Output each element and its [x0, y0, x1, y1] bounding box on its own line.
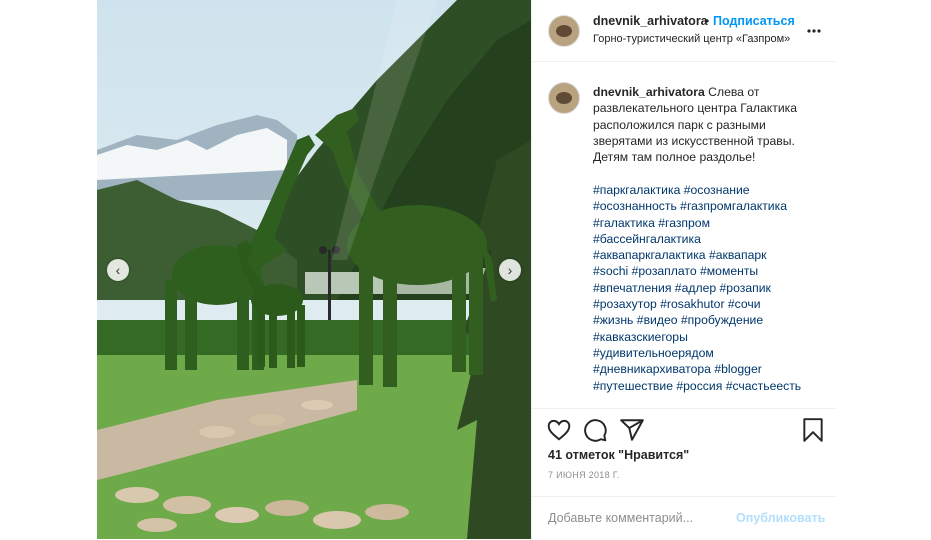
hashtag-line[interactable]: #удивительноерядом [593, 345, 828, 361]
post-photo[interactable]: ‹ › [97, 0, 531, 539]
hashtag-line[interactable]: #бассейнгалактика [593, 231, 828, 247]
bookmark-save-icon[interactable] [800, 417, 826, 443]
photo-topiary-giraffes [97, 0, 531, 539]
hashtag-line[interactable]: #розахутор #rosakhutor #сочи [593, 296, 828, 312]
hashtag-line[interactable]: #аквапаркгалактика #аквапарк [593, 247, 828, 263]
publish-button[interactable]: Опубликовать [736, 511, 825, 525]
hashtag-line[interactable]: #путешествие #россия #счастьеесть [593, 378, 828, 394]
share-send-icon[interactable] [619, 417, 645, 443]
follow-button[interactable]: Подписаться [713, 14, 795, 28]
like-heart-icon[interactable] [546, 417, 572, 443]
hashtag-line[interactable]: #галактика #газпром [593, 215, 828, 231]
hashtag-line[interactable]: #паркгалактика #осознание [593, 182, 828, 198]
carousel-next-button[interactable]: › [499, 259, 521, 281]
hashtag-line[interactable]: #sochi #розаплато #моменты [593, 263, 828, 279]
likes-count[interactable]: 41 отметок "Нравится" [548, 448, 689, 462]
chevron-left-icon: ‹ [115, 262, 121, 278]
hashtag-line[interactable]: #дневникархиватора #blogger [593, 361, 828, 377]
post-header: dnevnik_arhivatora • Подписаться Горно-т… [532, 0, 836, 62]
chevron-right-icon: › [507, 262, 513, 278]
comment-bubble-icon[interactable] [582, 417, 608, 443]
caption-avatar[interactable] [548, 82, 580, 114]
post-details-panel: dnevnik_arhivatora • Подписаться Горно-т… [531, 0, 836, 539]
hashtag-line[interactable]: #осознанность #газпромгалактика [593, 198, 828, 214]
post-caption: dnevnik_arhivatora Слева от развлекатель… [593, 84, 823, 165]
comment-bar: Опубликовать [532, 496, 836, 540]
location-link[interactable]: Горно-туристический центр «Газпром» [593, 33, 790, 45]
caption-username[interactable]: dnevnik_arhivatora [593, 85, 705, 99]
more-options-icon[interactable] [807, 20, 821, 38]
hashtag-line[interactable]: #кавказскиегоры [593, 329, 828, 345]
hashtag-line[interactable]: #впечатления #адлер #розапик [593, 280, 828, 296]
comment-input[interactable] [548, 511, 708, 525]
avatar[interactable] [548, 15, 580, 47]
hashtags: #паркгалактика #осознание #осознанность … [593, 182, 828, 394]
separator-dot: • [705, 14, 710, 28]
post-date[interactable]: 7 ИЮНЯ 2018 Г. [548, 470, 620, 480]
carousel-prev-button[interactable]: ‹ [107, 259, 129, 281]
header-username[interactable]: dnevnik_arhivatora [593, 14, 708, 28]
hashtag-line[interactable]: #жизнь #видео #пробуждение [593, 312, 828, 328]
